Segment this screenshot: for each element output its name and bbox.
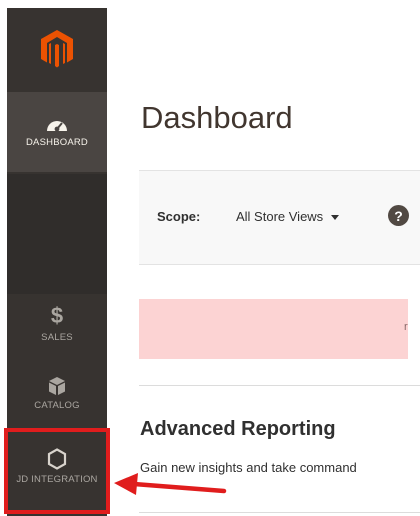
sidebar-item-catalog[interactable]: CATALOG	[7, 376, 107, 430]
advanced-reporting-title: Advanced Reporting	[140, 418, 336, 440]
help-icon[interactable]: ?	[388, 205, 409, 226]
box-icon	[49, 377, 65, 395]
scope-value: All Store Views	[236, 209, 324, 224]
dollar-icon: $	[50, 303, 64, 328]
sidebar-item-label: SALES	[41, 332, 73, 343]
sidebar-item-label: DASHBOARD	[26, 137, 88, 148]
sidebar-item-sales[interactable]: $ SALES	[7, 304, 107, 358]
sidebar-item-dashboard[interactable]: DASHBOARD	[7, 92, 107, 172]
page-title: Dashboard	[141, 100, 293, 135]
magento-logo[interactable]	[7, 8, 107, 90]
annotation-arrow-icon	[114, 473, 227, 495]
scope-label: Scope:	[157, 209, 201, 224]
magento-logo-icon	[41, 30, 73, 68]
caret-down-icon	[331, 215, 340, 220]
system-message-banner: r.	[139, 299, 420, 359]
divider	[139, 385, 420, 386]
message-banner-edge	[408, 299, 420, 359]
sidebar-item-label: CATALOG	[34, 400, 80, 411]
scope-switcher-dropdown[interactable]: All Store Views	[236, 209, 340, 224]
store-scope-bar: Scope: All Store Views ?	[139, 170, 420, 265]
sidebar-blurred-area	[7, 174, 107, 294]
highlight-annotation-box	[4, 428, 110, 514]
divider	[139, 512, 420, 513]
speedometer-icon	[47, 121, 67, 132]
